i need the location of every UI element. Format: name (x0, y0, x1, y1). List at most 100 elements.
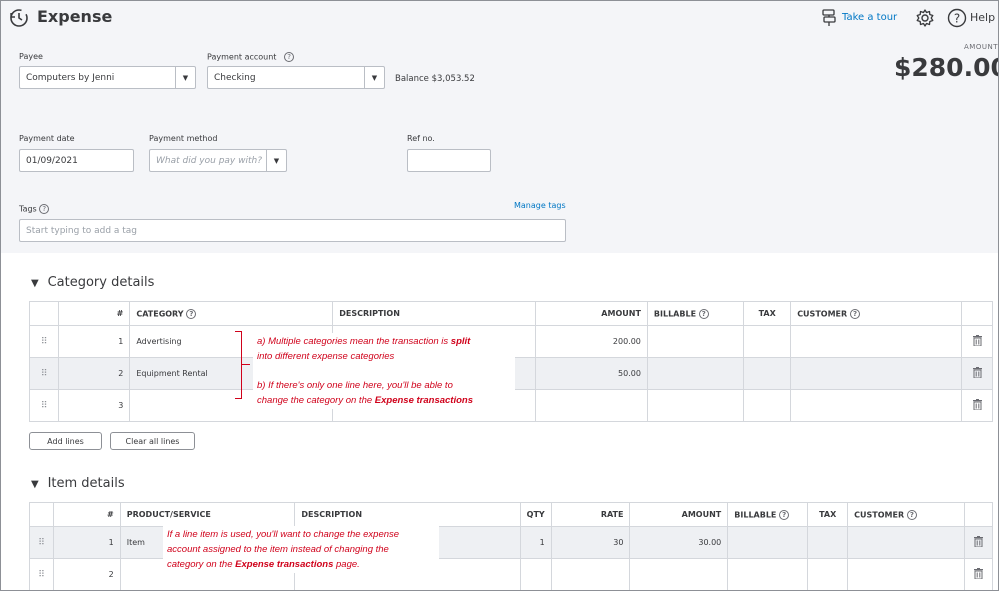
amount-cell[interactable] (629, 558, 729, 590)
info-icon[interactable]: ? (849, 308, 860, 319)
payee-value: Computers by Jenni (26, 73, 115, 83)
amount-label: AMOUNT (964, 43, 998, 51)
item-details-title: Item details (47, 476, 125, 491)
info-icon[interactable]: ? (779, 509, 790, 520)
payment-date-value: 01/09/2021 (26, 156, 78, 166)
billable-header-group: BILLABLE ? (647, 301, 745, 326)
category-header-group: CATEGORY ? (129, 301, 334, 326)
table-header-row: # PRODUCT/SERVICE DESCRIPTION QTY RATE A… (29, 502, 994, 527)
clear-all-lines-button[interactable]: Clear all lines (110, 432, 195, 450)
column-header: CUSTOMER (854, 510, 905, 519)
amount-cell[interactable]: 30.00 (629, 526, 729, 559)
chevron-down-icon[interactable]: ▼ (364, 67, 384, 88)
annotation-bold: split (450, 336, 471, 347)
row-number: 1 (53, 526, 121, 559)
amount-cell[interactable] (535, 389, 648, 422)
tags-placeholder: Start typing to add a tag (26, 226, 138, 236)
tags-label-group: Tags ? (19, 204, 50, 214)
add-lines-button[interactable]: Add lines (29, 432, 102, 450)
column-header: QTY (520, 502, 552, 527)
drag-handle-icon[interactable]: ⠿ (29, 357, 60, 390)
customer-cell[interactable] (790, 325, 963, 358)
payment-method-label: Payment method (149, 134, 218, 143)
collapse-triangle-icon[interactable]: ▼ (31, 479, 39, 490)
info-icon[interactable]: ? (698, 308, 709, 319)
billable-cell[interactable] (727, 558, 809, 590)
tax-cell[interactable] (743, 389, 792, 422)
qty-cell[interactable]: 1 (520, 526, 552, 559)
trash-icon[interactable] (961, 357, 993, 390)
tax-cell[interactable] (743, 325, 792, 358)
column-header: # (58, 301, 131, 326)
collapse-triangle-icon[interactable]: ▼ (31, 278, 39, 289)
annotation-bold: Expense transactions (235, 559, 334, 570)
amount-cell[interactable]: 200.00 (535, 325, 648, 358)
trash-icon[interactable] (964, 526, 994, 559)
info-icon[interactable]: ? (906, 509, 917, 520)
customer-cell[interactable] (790, 357, 963, 390)
annotation-spacer (257, 364, 511, 378)
qty-cell[interactable] (520, 558, 552, 590)
annotation-text: category on the (167, 559, 236, 570)
annotation-text: page. (333, 559, 360, 570)
manage-tags-link[interactable]: Manage tags (514, 201, 566, 210)
column-header: AMOUNT (629, 502, 729, 527)
customer-cell[interactable] (790, 389, 963, 422)
trash-icon[interactable] (961, 389, 993, 422)
payment-account-select[interactable]: Checking ▼ (207, 66, 385, 89)
info-icon[interactable]: ? (186, 308, 197, 319)
history-icon[interactable] (8, 7, 30, 29)
annotation-line: change the category on the Expense trans… (257, 393, 511, 408)
signpost-icon[interactable] (821, 9, 837, 26)
column-header: CUSTOMER (797, 309, 848, 318)
payee-select[interactable]: Computers by Jenni ▼ (19, 66, 196, 89)
balance-value: $3,053.52 (431, 74, 475, 84)
tax-cell[interactable] (807, 558, 849, 590)
annotation-line: category on the Expense transactions pag… (167, 557, 435, 572)
annotation-text: change the category on the (257, 395, 375, 406)
take-a-tour-link[interactable]: Take a tour (842, 12, 897, 23)
trash-icon[interactable] (961, 325, 993, 358)
column-header: AMOUNT (535, 301, 648, 326)
billable-cell[interactable] (647, 357, 745, 390)
drag-handle-icon[interactable]: ⠿ (29, 389, 60, 422)
chevron-down-icon[interactable]: ▼ (175, 67, 195, 88)
grip-header (29, 301, 60, 326)
customer-cell[interactable] (847, 526, 965, 559)
column-header: DESCRIPTION (332, 301, 536, 326)
rate-cell[interactable]: 30 (551, 526, 631, 559)
billable-header-group: BILLABLE ? (727, 502, 809, 527)
drag-handle-icon[interactable]: ⠿ (29, 325, 60, 358)
tax-cell[interactable] (743, 357, 792, 390)
annotation-line: If a line item is used, you'll want to c… (167, 529, 400, 540)
item-details-header[interactable]: ▼ Item details (31, 476, 125, 491)
info-icon[interactable]: ? (39, 204, 50, 214)
help-link[interactable]: Help (970, 11, 995, 24)
ref-no-field[interactable] (407, 149, 491, 172)
payment-date-field[interactable]: 01/09/2021 (19, 149, 134, 172)
billable-cell[interactable] (647, 389, 745, 422)
amount-total: $280.00 (894, 53, 999, 82)
customer-cell[interactable] (847, 558, 965, 590)
tags-input[interactable]: Start typing to add a tag (19, 219, 566, 242)
column-header: TAX (743, 301, 792, 326)
billable-cell[interactable] (647, 325, 745, 358)
rate-cell[interactable] (551, 558, 631, 590)
gear-icon[interactable] (915, 8, 935, 28)
trash-icon[interactable] (964, 558, 994, 590)
column-header: # (53, 502, 121, 527)
trash-header (964, 502, 994, 527)
annotation-line: a) Multiple categories mean the transact… (257, 334, 511, 349)
amount-cell[interactable]: 50.00 (535, 357, 648, 390)
help-icon[interactable]: ? (947, 8, 967, 28)
annotation-bracket-tick (242, 364, 250, 365)
billable-cell[interactable] (727, 526, 809, 559)
category-details-header[interactable]: ▼ Category details (31, 275, 154, 290)
drag-handle-icon[interactable]: ⠿ (29, 558, 54, 590)
chevron-down-icon[interactable]: ▼ (266, 150, 286, 171)
drag-handle-icon[interactable]: ⠿ (29, 526, 54, 559)
tax-cell[interactable] (807, 526, 849, 559)
payment-method-select[interactable]: What did you pay with? ▼ (149, 149, 287, 172)
info-icon[interactable]: ? (284, 52, 295, 62)
svg-text:?: ? (954, 12, 960, 26)
